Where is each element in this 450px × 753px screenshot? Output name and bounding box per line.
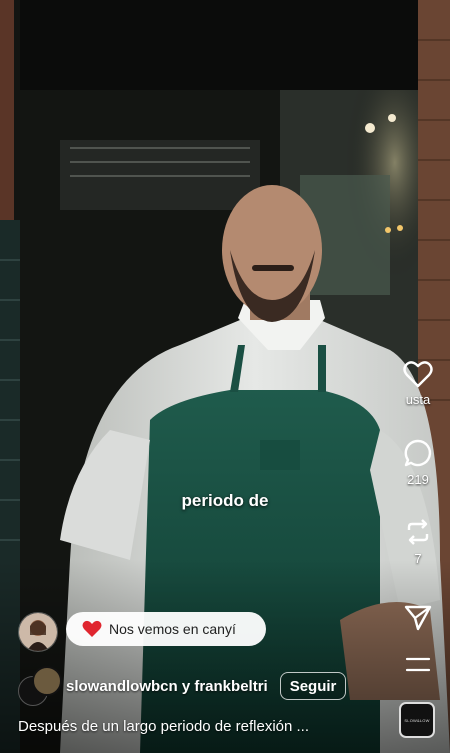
author-avatar-secondary	[32, 666, 62, 696]
follow-button[interactable]: Seguir	[279, 672, 347, 700]
comment-count: 219	[407, 472, 429, 487]
note-avatar[interactable]	[18, 612, 58, 652]
audio-label: SLOW&LOW	[404, 717, 430, 723]
repost-button[interactable]: 7	[398, 517, 438, 566]
like-button[interactable]: usta	[398, 360, 438, 407]
repost-count: 7	[414, 551, 422, 566]
repost-icon	[407, 519, 429, 545]
post-description[interactable]: Después de un largo periodo de reflexión…	[18, 718, 358, 735]
note-text: Nos vemos en canyí	[109, 621, 236, 637]
author-avatars[interactable]	[18, 666, 62, 706]
heart-icon	[403, 361, 433, 388]
note-bubble[interactable]: Nos vemos en canyí	[66, 612, 266, 646]
send-icon	[404, 605, 432, 631]
red-heart-emoji	[82, 620, 102, 637]
comment-icon	[404, 439, 432, 467]
author-names[interactable]: slowandlowbcn y frankbeltri	[66, 678, 268, 695]
audio-thumbnail[interactable]: SLOW&LOW	[399, 702, 435, 738]
video-caption: periodo de	[181, 491, 269, 510]
share-button[interactable]	[398, 602, 438, 632]
comment-button[interactable]: 219	[398, 438, 438, 487]
author-row: slowandlowbcn y frankbeltri Seguir	[18, 666, 438, 706]
like-label: usta	[405, 392, 431, 407]
